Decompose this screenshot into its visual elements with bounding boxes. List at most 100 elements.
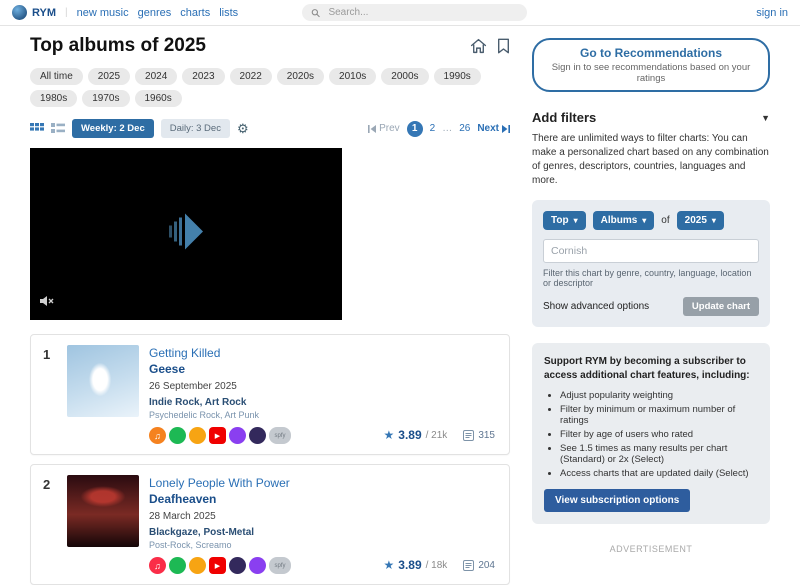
page-ellipsis: … bbox=[442, 123, 452, 134]
chip-2000s[interactable]: 2000s bbox=[381, 68, 428, 85]
album-card: 1 Getting Killed Geese 26 September 2025… bbox=[30, 334, 510, 455]
deezer-icon[interactable] bbox=[229, 427, 246, 444]
tidal-icon[interactable] bbox=[249, 427, 266, 444]
album-review-count[interactable]: 315 bbox=[478, 430, 495, 441]
list-view-icon[interactable] bbox=[51, 123, 65, 135]
album-secondary-genres[interactable]: Post-Rock, Screamo bbox=[149, 540, 497, 550]
search-input[interactable] bbox=[326, 6, 518, 19]
more-icon[interactable] bbox=[269, 427, 291, 444]
prev-page-button[interactable]: Prev bbox=[368, 123, 400, 134]
nav-link-lists[interactable]: lists bbox=[219, 7, 238, 19]
update-chart-button[interactable]: Update chart bbox=[683, 297, 759, 316]
advertisement-label: ADVERTISEMENT bbox=[532, 544, 770, 554]
home-icon[interactable] bbox=[470, 38, 487, 54]
album-review-count[interactable]: 204 bbox=[478, 560, 495, 571]
chevron-down-icon: ▾ bbox=[574, 216, 578, 225]
view-subscription-options-button[interactable]: View subscription options bbox=[544, 489, 690, 512]
collapse-caret-icon[interactable]: ▼ bbox=[761, 113, 770, 123]
muted-speaker-icon[interactable] bbox=[40, 294, 54, 312]
right-sidebar: Go to Recommendations Sign in to see rec… bbox=[532, 26, 770, 585]
benefit-item: Filter by age of users who rated bbox=[560, 429, 758, 440]
daily-chart-button[interactable]: Daily: 3 Dec bbox=[161, 119, 230, 138]
youtube-icon[interactable] bbox=[209, 427, 226, 444]
itunes-icon[interactable] bbox=[149, 427, 166, 444]
star-icon: ★ bbox=[384, 558, 395, 572]
tidal-icon[interactable] bbox=[229, 557, 246, 574]
release-type-dropdown[interactable]: Albums ▾ bbox=[593, 211, 655, 230]
filter-panel: Top ▾ Albums ▾ of 2025 ▾ Filter this cha… bbox=[532, 200, 770, 327]
page-1-button[interactable]: 1 bbox=[407, 121, 423, 137]
album-primary-genres[interactable]: Indie Rock, Art Rock bbox=[149, 397, 497, 408]
advanced-options-link[interactable]: Show advanced options bbox=[543, 301, 649, 312]
chip-2024[interactable]: 2024 bbox=[135, 68, 177, 85]
nav-separator: | bbox=[65, 7, 68, 18]
album-cover-art[interactable] bbox=[67, 345, 139, 417]
skip-prev-icon bbox=[368, 125, 376, 133]
album-title-link[interactable]: Lonely People With Power bbox=[149, 476, 497, 490]
deezer-icon[interactable] bbox=[249, 557, 266, 574]
applemusic-icon[interactable] bbox=[149, 557, 166, 574]
album-rating: 3.89 bbox=[398, 558, 421, 572]
grid-view-icon[interactable] bbox=[30, 123, 44, 135]
top-dropdown[interactable]: Top ▾ bbox=[543, 211, 586, 230]
page-2-button[interactable]: 2 bbox=[430, 123, 436, 134]
chip-1960s[interactable]: 1960s bbox=[135, 90, 182, 107]
youtube-icon[interactable] bbox=[209, 557, 226, 574]
rym-logo-icon bbox=[12, 5, 27, 20]
spotify-icon[interactable] bbox=[169, 427, 186, 444]
year-dropdown[interactable]: 2025 ▾ bbox=[677, 211, 724, 230]
weekly-chart-button[interactable]: Weekly: 2 Dec bbox=[72, 119, 154, 138]
album-title-link[interactable]: Getting Killed bbox=[149, 346, 497, 360]
album-rating-count: / 21k bbox=[426, 430, 448, 441]
play-logo-icon[interactable] bbox=[169, 212, 203, 257]
search-icon bbox=[311, 8, 320, 18]
sign-in-link[interactable]: sign in bbox=[756, 7, 788, 19]
album-secondary-genres[interactable]: Psychedelic Rock, Art Punk bbox=[149, 410, 497, 420]
album-cover-art[interactable] bbox=[67, 475, 139, 547]
more-icon[interactable] bbox=[269, 557, 291, 574]
global-search[interactable] bbox=[302, 4, 527, 21]
chip-2010s[interactable]: 2010s bbox=[329, 68, 376, 85]
subscription-panel: Support RYM by becoming a subscriber to … bbox=[532, 343, 770, 524]
chip-2025[interactable]: 2025 bbox=[88, 68, 130, 85]
bookmark-icon[interactable] bbox=[497, 38, 510, 54]
settings-gear-icon[interactable]: ⚙ bbox=[237, 122, 249, 135]
soundcloud-icon[interactable] bbox=[189, 427, 206, 444]
album-artist-link[interactable]: Geese bbox=[149, 362, 497, 376]
soundcloud-icon[interactable] bbox=[189, 557, 206, 574]
nav-link-genres[interactable]: genres bbox=[138, 7, 172, 19]
subscription-benefits-list: Adjust popularity weighting Filter by mi… bbox=[544, 390, 758, 479]
of-label: of bbox=[661, 215, 669, 226]
album-artist-link[interactable]: Deafheaven bbox=[149, 492, 497, 506]
album-rank: 1 bbox=[43, 345, 57, 444]
recommendations-button[interactable]: Go to Recommendations Sign in to see rec… bbox=[532, 38, 770, 92]
chip-2023[interactable]: 2023 bbox=[182, 68, 224, 85]
star-icon: ★ bbox=[384, 428, 395, 442]
benefit-item: Access charts that are updated daily (Se… bbox=[560, 468, 758, 479]
chip-2022[interactable]: 2022 bbox=[230, 68, 272, 85]
chart-filter-input[interactable] bbox=[543, 239, 759, 263]
rym-logo[interactable]: RYM bbox=[12, 5, 56, 20]
chip-1980s[interactable]: 1980s bbox=[30, 90, 77, 107]
recommendations-button-label: Go to Recommendations bbox=[546, 46, 756, 60]
filter-hint: Filter this chart by genre, country, lan… bbox=[543, 268, 759, 288]
next-page-button[interactable]: Next bbox=[477, 123, 510, 134]
last-page-button[interactable]: 26 bbox=[459, 123, 470, 134]
album-card: 2 Lonely People With Power Deafheaven 28… bbox=[30, 464, 510, 585]
chip-all-time[interactable]: All time bbox=[30, 68, 83, 85]
album-rating-count: / 18k bbox=[426, 560, 448, 571]
nav-link-charts[interactable]: charts bbox=[180, 7, 210, 19]
year-filter-chips: All time 2025 2024 2023 2022 2020s 2010s… bbox=[30, 68, 510, 107]
chip-2020s[interactable]: 2020s bbox=[277, 68, 324, 85]
chip-1990s[interactable]: 1990s bbox=[434, 68, 481, 85]
top-navbar: RYM | new music genres charts lists sign… bbox=[0, 0, 800, 26]
reviews-icon bbox=[463, 560, 474, 571]
video-player[interactable] bbox=[30, 148, 342, 320]
recommendations-subtitle: Sign in to see recommendations based on … bbox=[546, 62, 756, 84]
add-filters-heading: Add filters bbox=[532, 110, 596, 125]
subscription-intro: Support RYM by becoming a subscriber to … bbox=[544, 355, 758, 383]
spotify-icon[interactable] bbox=[169, 557, 186, 574]
album-primary-genres[interactable]: Blackgaze, Post-Metal bbox=[149, 527, 497, 538]
chip-1970s[interactable]: 1970s bbox=[82, 90, 129, 107]
nav-link-new-music[interactable]: new music bbox=[77, 7, 129, 19]
